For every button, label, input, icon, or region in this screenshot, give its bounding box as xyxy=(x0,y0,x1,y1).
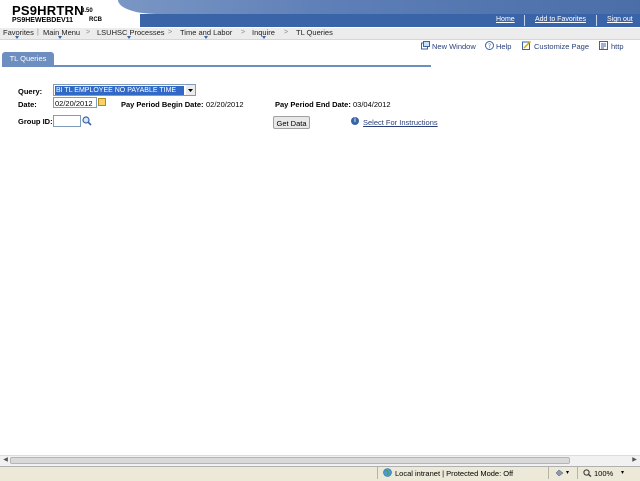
menu-divider: | xyxy=(37,29,39,36)
breadcrumb-separator: > xyxy=(86,29,91,36)
group-id-input[interactable] xyxy=(53,115,81,127)
calendar-icon[interactable] xyxy=(98,98,106,106)
chevron-down-icon[interactable] xyxy=(186,85,195,95)
status-divider xyxy=(377,467,378,479)
http-link[interactable]: http xyxy=(611,42,624,51)
chevron-down-icon xyxy=(204,36,208,39)
query-label: Query: xyxy=(18,87,43,96)
help-icon: ? xyxy=(485,41,494,50)
tab-underline xyxy=(2,65,431,67)
lookup-search-icon[interactable] xyxy=(82,116,92,126)
new-window-link[interactable]: New Window xyxy=(432,42,476,51)
header-link-divider xyxy=(596,15,597,26)
intranet-globe-icon xyxy=(383,468,392,477)
pay-period-begin-label: Pay Period Begin Date: xyxy=(121,100,204,109)
zoom-magnifier-icon xyxy=(583,469,592,477)
date-input[interactable]: 02/20/2012 xyxy=(53,97,97,108)
chevron-down-icon xyxy=(262,36,266,39)
get-data-button[interactable]: Get Data xyxy=(273,116,310,129)
customize-page-icon xyxy=(522,41,531,50)
app-version: 8.50 xyxy=(81,8,93,14)
http-link-icon xyxy=(599,41,608,50)
chevron-down-icon xyxy=(127,36,131,39)
breadcrumb-separator: > xyxy=(168,29,173,36)
chevron-down-icon xyxy=(15,36,19,39)
group-id-label: Group ID: xyxy=(18,117,53,126)
new-window-icon xyxy=(421,41,430,50)
customize-page-link[interactable]: Customize Page xyxy=(534,42,589,51)
select-for-instructions-link[interactable]: Select For Instructions xyxy=(363,118,438,127)
status-divider xyxy=(577,467,578,479)
security-zone-status: Local intranet | Protected Mode: Off xyxy=(395,469,514,478)
breadcrumb-separator: > xyxy=(241,29,246,36)
breadcrumb-separator: > xyxy=(284,29,289,36)
browser-status-bar xyxy=(0,466,640,481)
add-to-favorites-link[interactable]: Add to Favorites xyxy=(535,16,586,23)
date-label: Date: xyxy=(18,100,37,109)
pay-period-end-value: 03/04/2012 xyxy=(353,100,391,109)
info-icon: i xyxy=(351,117,359,125)
tab-tl-queries[interactable]: TL Queries xyxy=(2,52,54,65)
chevron-down-icon[interactable]: ▾ xyxy=(621,469,624,476)
app-title: PS9HRTRN xyxy=(12,3,84,18)
menu-tl-queries[interactable]: TL Queries xyxy=(296,28,333,37)
help-link[interactable]: Help xyxy=(496,42,511,51)
scroll-left-arrow-icon[interactable]: ◀ xyxy=(1,456,10,464)
header-link-divider xyxy=(524,15,525,26)
home-link[interactable]: Home xyxy=(496,16,515,23)
chevron-down-icon[interactable]: ▾ xyxy=(566,469,569,476)
sign-out-link[interactable]: Sign out xyxy=(607,16,633,23)
database-name: PS9HEWEBDEV11 xyxy=(12,17,74,24)
query-selected-value: BI TL EMPLOYEE NO PAYABLE TIME xyxy=(55,86,184,95)
svg-text:?: ? xyxy=(488,43,491,50)
header-wave xyxy=(118,0,640,14)
chevron-down-icon xyxy=(58,36,62,39)
scroll-right-arrow-icon[interactable]: ▶ xyxy=(630,456,639,464)
pay-period-end-label: Pay Period End Date: xyxy=(275,100,351,109)
scrollbar-thumb[interactable] xyxy=(10,457,570,464)
user-id: RCB xyxy=(89,17,102,23)
pay-period-begin-value: 02/20/2012 xyxy=(206,100,244,109)
status-divider xyxy=(548,467,549,479)
protected-mode-icon[interactable] xyxy=(555,469,564,477)
zoom-level[interactable]: 100% xyxy=(594,469,613,478)
